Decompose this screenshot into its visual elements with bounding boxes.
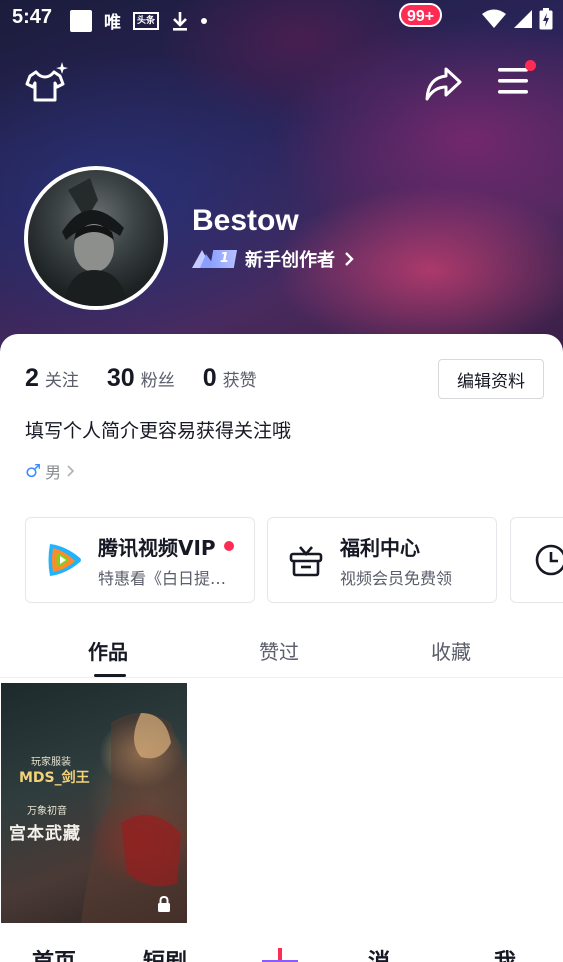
bottom-navigation: 首页 短剧 消 我 xyxy=(0,924,563,962)
stats-row: 2 关注 30 粉丝 0 获赞 xyxy=(25,364,257,393)
wardrobe-button[interactable] xyxy=(24,60,70,104)
likes-label: 获赞 xyxy=(222,371,257,391)
thumbnail-caption-1: 玩家服装 xyxy=(31,757,71,768)
app-notification-icon xyxy=(70,9,92,32)
watch-history-card[interactable] xyxy=(510,517,563,603)
tshirt-sparkle-icon xyxy=(25,62,68,102)
nav-me[interactable]: 我 xyxy=(494,944,516,962)
share-button[interactable] xyxy=(422,64,464,104)
username: Bestow xyxy=(192,204,299,237)
chevron-right-icon xyxy=(67,465,75,477)
welfare-title: 福利中心 xyxy=(340,535,420,560)
thumbnail-caption-4: 宫本武藏 xyxy=(9,824,81,844)
status-system-icons xyxy=(481,8,553,30)
share-icon xyxy=(425,67,462,101)
followers-label: 粉丝 xyxy=(140,371,175,391)
followers-stat[interactable]: 30 粉丝 xyxy=(107,364,175,393)
creator-level-link[interactable]: 1 新手创作者 xyxy=(192,246,355,272)
avatar[interactable] xyxy=(24,166,168,310)
gift-box-icon xyxy=(284,538,328,582)
vip-subtitle: 特惠看《白日提… xyxy=(98,568,227,588)
status-time: 5:47 xyxy=(12,6,53,28)
hamburger-menu-icon xyxy=(498,68,528,94)
following-stat[interactable]: 2 关注 xyxy=(25,364,79,393)
profile-card: 2 关注 30 粉丝 0 获赞 编辑资料 填写个人简介更容易获得关注哦 ♂ 男 xyxy=(0,334,563,962)
tencent-video-vip-card[interactable]: 腾讯视频VIP 特惠看《白日提… xyxy=(25,517,255,603)
tencent-video-icon xyxy=(42,538,86,582)
male-symbol-icon: ♂ xyxy=(25,460,42,482)
nav-home[interactable]: 首页 xyxy=(32,944,76,962)
signal-icon xyxy=(514,10,532,28)
welfare-text: 福利中心 视频会员免费领 xyxy=(340,532,452,589)
profile-tabs: 作品 赞过 收藏 xyxy=(0,624,563,678)
likes-count: 0 xyxy=(202,364,217,392)
active-tab-indicator xyxy=(94,674,126,677)
vip-title-row: 腾讯视频VIP xyxy=(98,532,234,561)
more-notifications-dot-icon xyxy=(201,17,208,24)
chevron-right-icon xyxy=(345,252,354,266)
gender-tag[interactable]: ♂ 男 xyxy=(25,459,75,483)
download-icon xyxy=(173,11,188,31)
status-bar: 5:47 唯 头条 xyxy=(0,0,563,38)
level-number: 1 xyxy=(210,250,238,268)
battery-charging-icon xyxy=(539,8,553,30)
vip-text: 腾讯视频VIP 特惠看《白日提… xyxy=(98,532,234,589)
video-thumbnail[interactable]: 玩家服装 MDS_剑王 万象初音 宫本武藏 xyxy=(1,683,187,923)
toutiao-notification-icon: 头条 xyxy=(133,11,160,30)
level-badge: 1 xyxy=(192,247,238,271)
bio-text[interactable]: 填写个人简介更容易获得关注哦 xyxy=(25,416,291,443)
tab-works[interactable]: 作品 xyxy=(88,636,128,665)
level-title: 新手创作者 xyxy=(245,250,336,271)
thumbnail-caption-2: MDS_剑王 xyxy=(19,770,90,786)
likes-stat[interactable]: 0 获赞 xyxy=(203,364,257,393)
menu-notification-dot xyxy=(525,60,536,71)
welfare-center-card[interactable]: 福利中心 视频会员免费领 xyxy=(267,517,497,603)
thumbnail-caption-3: 万象初音 xyxy=(27,806,67,817)
vip-title: 腾讯视频VIP xyxy=(98,535,216,560)
gender-label: 男 xyxy=(45,463,62,482)
wifi-icon xyxy=(482,9,506,28)
followers-count: 30 xyxy=(106,364,135,392)
menu-button[interactable] xyxy=(496,60,536,102)
welfare-subtitle: 视频会员免费领 xyxy=(340,568,453,588)
message-count-badge: 99+ xyxy=(399,3,443,27)
create-plus-icon[interactable] xyxy=(262,946,298,962)
vipshop-notification-icon: 唯 xyxy=(104,13,121,33)
nav-short-drama[interactable]: 短剧 xyxy=(143,944,187,962)
tab-liked[interactable]: 赞过 xyxy=(259,636,299,665)
following-label: 关注 xyxy=(44,371,79,391)
nav-messages[interactable]: 消 xyxy=(368,944,390,962)
status-notification-icons: 唯 头条 xyxy=(70,8,208,33)
tab-favorites[interactable]: 收藏 xyxy=(431,636,471,665)
edit-profile-button[interactable]: 编辑资料 xyxy=(438,359,544,399)
clock-icon xyxy=(529,538,563,582)
lock-icon xyxy=(158,896,170,912)
avatar-image xyxy=(62,178,128,306)
following-count: 2 xyxy=(25,364,39,392)
vip-notification-dot xyxy=(223,541,234,551)
